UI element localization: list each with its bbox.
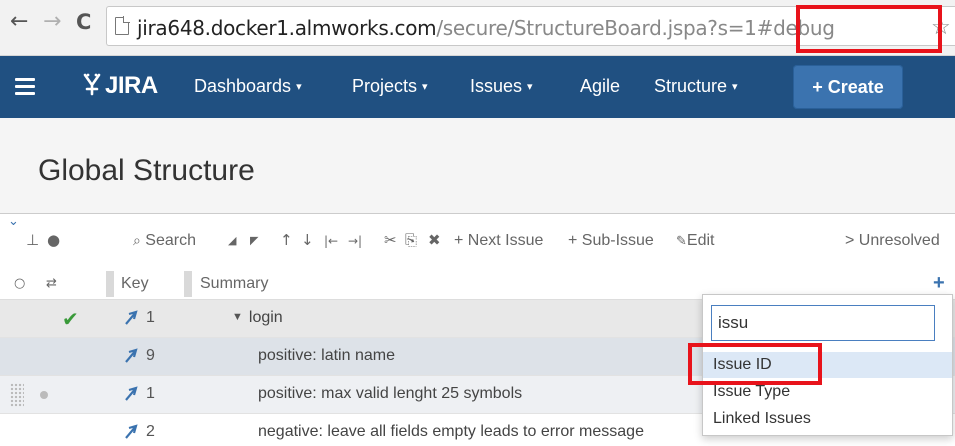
search-label: Search: [145, 232, 196, 249]
add-column-button[interactable]: +: [933, 272, 945, 295]
app-switcher-menu-icon[interactable]: [15, 78, 35, 96]
browser-toolbar: ← → C jira648.docker1.almworks.com/secur…: [0, 0, 955, 56]
pin-icon[interactable]: ⊥: [26, 231, 39, 249]
search-icon: ⌕: [133, 233, 141, 249]
page-icon: [115, 16, 130, 35]
issue-summary-text: login: [248, 309, 283, 326]
page-title: Global Structure: [38, 154, 255, 187]
expand-caret-icon[interactable]: ▼: [232, 311, 243, 323]
issue-type-icon: [125, 386, 138, 401]
reload-icon[interactable]: C: [76, 11, 91, 33]
indent-icon[interactable]: →|: [348, 234, 362, 248]
move-down-icon[interactable]: ↓: [301, 231, 314, 249]
column-search-input[interactable]: [711, 305, 935, 341]
move-left-icon[interactable]: ◢: [228, 234, 236, 247]
sub-issue-button[interactable]: + Sub-Issue: [568, 232, 654, 250]
back-arrow-icon[interactable]: ←: [10, 11, 28, 33]
page-header: Global Structure: [0, 118, 955, 214]
nav-dashboards-label: Dashboards: [194, 76, 292, 96]
column-separator[interactable]: [184, 271, 192, 297]
jira-logo[interactable]: JIRA: [80, 72, 158, 100]
status-column-icon: ○: [14, 276, 26, 291]
jira-logo-text: JIRA: [105, 72, 158, 99]
url-host: jira648.docker1.almworks.com: [137, 16, 437, 40]
nav-agile[interactable]: Agile: [580, 76, 620, 97]
chevron-down-icon: ▾: [422, 81, 428, 93]
highlight-issue-id-annotation: [688, 343, 822, 385]
issue-key[interactable]: 1: [146, 309, 155, 327]
nav-projects[interactable]: Projects ▾: [352, 76, 428, 97]
next-issue-button[interactable]: + Next Issue: [454, 232, 543, 250]
search-button[interactable]: ⌕ Search: [133, 232, 196, 250]
issue-type-icon: [125, 310, 138, 325]
chevron-down-icon: ▾: [296, 81, 302, 93]
resolved-check-icon: ✔: [62, 307, 79, 331]
move-right-icon[interactable]: ◤: [250, 234, 258, 247]
edit-label: Edit: [686, 232, 715, 249]
nav-agile-label: Agile: [580, 76, 621, 96]
clock-icon[interactable]: ●: [47, 231, 60, 249]
issue-summary[interactable]: ▼ login: [232, 309, 283, 327]
issue-type-icon: [125, 348, 138, 363]
chevron-down-icon: ▾: [732, 81, 738, 93]
chevron-down-icon: ▾: [527, 81, 533, 93]
edit-button[interactable]: ✎Edit: [676, 232, 714, 250]
collapse-panel-icon[interactable]: ⌄: [8, 214, 19, 229]
cut-icon[interactable]: ✂: [384, 231, 397, 249]
move-up-icon[interactable]: ↑: [280, 231, 293, 249]
highlight-debug-annotation: [796, 5, 942, 53]
issue-key[interactable]: 2: [146, 423, 155, 441]
issue-key[interactable]: 9: [146, 347, 155, 365]
outdent-icon[interactable]: |←: [324, 234, 338, 248]
url-path: /secure/StructureBoard.jspa?s=1#debug: [436, 16, 835, 40]
column-key[interactable]: Key: [121, 275, 149, 293]
issue-type-icon: [125, 424, 138, 439]
nav-issues[interactable]: Issues ▾: [470, 76, 533, 97]
nav-structure[interactable]: Structure ▾: [654, 76, 738, 97]
option-linked-issues[interactable]: Linked Issues: [703, 406, 952, 432]
issue-summary[interactable]: positive: max valid lenght 25 symbols: [258, 385, 522, 403]
paste-icon[interactable]: ⎘: [405, 231, 417, 249]
links-column-icon: ⇄: [46, 276, 57, 291]
url-text[interactable]: jira648.docker1.almworks.com/secure/Stru…: [137, 16, 835, 40]
issue-summary[interactable]: positive: latin name: [258, 347, 395, 365]
issue-summary[interactable]: negative: leave all fields empty leads t…: [258, 423, 644, 441]
unresolved-filter[interactable]: > Unresolved: [845, 232, 940, 250]
drag-handle-icon[interactable]: [10, 383, 24, 407]
issue-key[interactable]: 1: [146, 385, 155, 403]
nav-dashboards[interactable]: Dashboards ▾: [194, 76, 302, 97]
remove-icon[interactable]: ✖: [428, 231, 441, 249]
nav-issues-label: Issues: [470, 76, 523, 96]
jira-logo-icon: [83, 73, 101, 96]
column-summary[interactable]: Summary: [200, 275, 268, 293]
forward-arrow-icon[interactable]: →: [43, 11, 61, 33]
status-dot-icon: [40, 391, 48, 399]
jira-header: JIRA Dashboards ▾ Projects ▾ Issues ▾ Agile…: [0, 56, 955, 118]
nav-structure-label: Structure: [654, 76, 728, 96]
nav-projects-label: Projects: [352, 76, 418, 96]
structure-toolbar: ⌄ ⊥ ● ⌕ Search ◢ ◤ ↑ ↓ |← →| ✂ ⎘ ✖ + Nex…: [0, 214, 955, 270]
column-separator[interactable]: [106, 271, 114, 297]
pencil-icon: ✎: [676, 234, 687, 249]
create-button[interactable]: + Create: [793, 65, 903, 109]
